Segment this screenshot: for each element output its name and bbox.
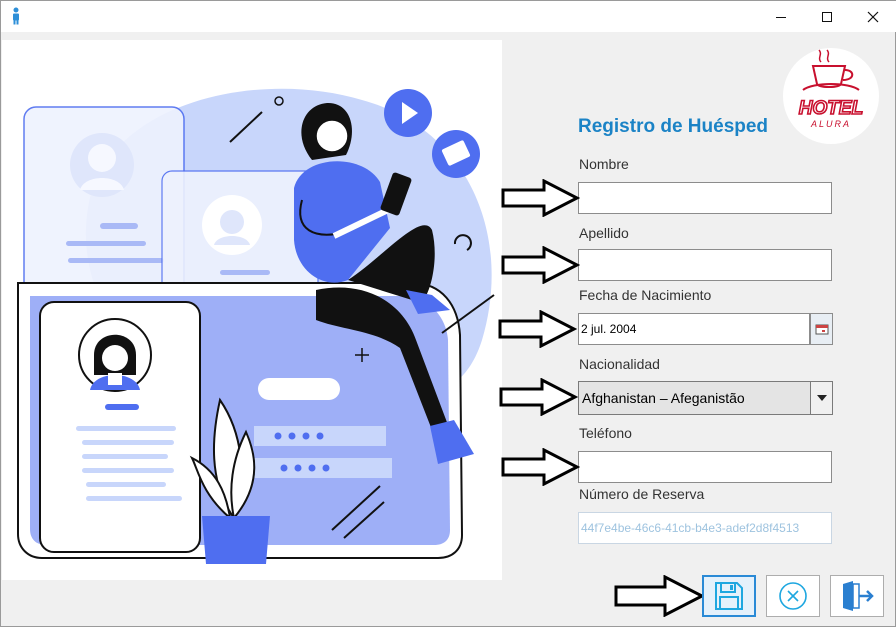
close-icon xyxy=(867,11,879,22)
fecha-nacimiento-label: Fecha de Nacimiento xyxy=(579,287,712,303)
nacionalidad-select[interactable]: Afghanistan – Afeganistão xyxy=(578,381,833,415)
title-bar xyxy=(1,1,896,32)
minimize-button[interactable] xyxy=(758,1,804,32)
fecha-nacimiento-value: 2 jul. 2004 xyxy=(581,322,637,336)
numero-reserva-field: 44f7e4be-46c6-41cb-b4e3-adef2d8f4513 xyxy=(578,512,832,544)
telefono-label: Teléfono xyxy=(579,425,632,441)
form-title: Registro de Huésped xyxy=(578,116,769,137)
nacionalidad-value: Afghanistan – Afeganistão xyxy=(582,390,745,406)
arrow-pointer-icon xyxy=(501,448,580,486)
numero-reserva-label: Número de Reserva xyxy=(579,486,705,502)
fecha-nacimiento-field[interactable]: 2 jul. 2004 xyxy=(578,313,810,345)
nacionalidad-dropdown-button[interactable] xyxy=(810,382,832,414)
person-icon xyxy=(13,7,19,25)
cancel-circle-icon xyxy=(779,582,807,610)
apellido-field[interactable] xyxy=(578,249,832,281)
nombre-field[interactable] xyxy=(578,182,832,214)
logo-alura-text: ALURA xyxy=(810,119,851,129)
hotel-alura-logo: HOTEL ALURA xyxy=(783,48,879,144)
nombre-label: Nombre xyxy=(579,156,629,172)
nacionalidad-label: Nacionalidad xyxy=(579,356,660,372)
maximize-button[interactable] xyxy=(804,1,850,32)
arrow-pointer-icon xyxy=(498,310,577,348)
numero-reserva-value: 44f7e4be-46c6-41cb-b4e3-adef2d8f4513 xyxy=(581,521,800,535)
calendar-button[interactable] xyxy=(810,313,833,345)
arrow-pointer-icon xyxy=(614,575,705,617)
guest-registration-illustration xyxy=(17,88,495,564)
maximize-icon xyxy=(822,11,832,22)
exit-button[interactable] xyxy=(830,575,884,617)
save-button[interactable] xyxy=(702,575,756,617)
exit-door-icon xyxy=(843,581,874,611)
illustration-panel xyxy=(2,40,502,580)
telefono-field[interactable] xyxy=(578,451,832,483)
app-window: HOTEL ALURA Registro de Huésped Nombre A… xyxy=(0,0,896,627)
minimize-icon xyxy=(776,16,786,18)
apellido-label: Apellido xyxy=(579,225,629,241)
floppy-disk-icon xyxy=(715,582,743,610)
coffee-cup-logo-icon: HOTEL ALURA xyxy=(798,49,864,129)
calendar-icon xyxy=(815,324,828,335)
cancel-button[interactable] xyxy=(766,575,820,617)
logo-hotel-text: HOTEL xyxy=(799,98,863,119)
close-button[interactable] xyxy=(850,1,896,32)
chevron-down-icon xyxy=(816,395,827,401)
arrow-pointer-icon xyxy=(501,179,580,217)
arrow-pointer-icon xyxy=(499,378,578,416)
arrow-pointer-icon xyxy=(501,246,580,284)
